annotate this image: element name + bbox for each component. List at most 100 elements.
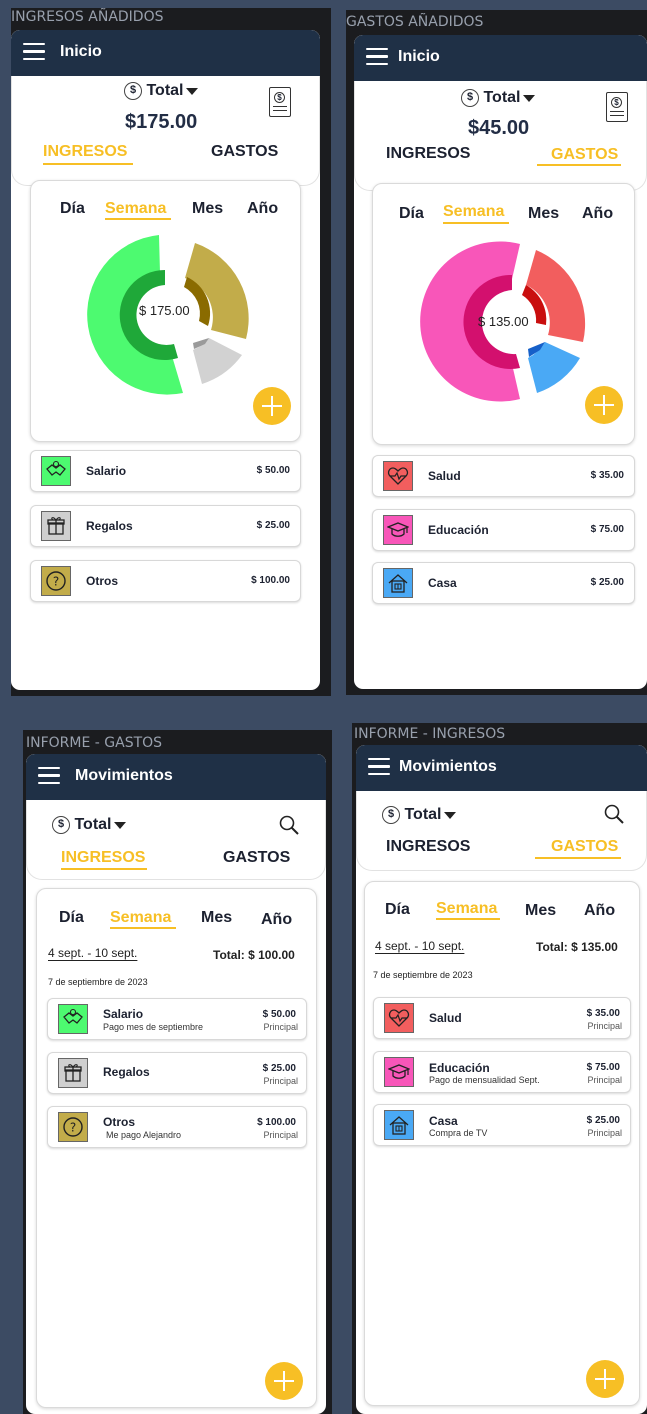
tab-underline	[61, 868, 147, 870]
search-icon[interactable]	[278, 814, 300, 836]
period-dia[interactable]: Día	[399, 205, 424, 223]
heartbeat-icon	[384, 1003, 414, 1033]
menu-icon[interactable]	[38, 767, 60, 785]
tab-gastos[interactable]: GASTOS	[551, 146, 618, 164]
gift-icon	[41, 511, 71, 541]
item-amount: $ 35.00	[586, 1008, 620, 1019]
add-button[interactable]	[586, 1360, 624, 1398]
header-title: Movimientos	[399, 758, 497, 775]
tab-gastos[interactable]: GASTOS	[551, 838, 618, 856]
menu-icon[interactable]	[23, 43, 45, 61]
date-heading: 7 de septiembre de 2023	[48, 977, 148, 987]
period-underline	[443, 222, 509, 224]
app-header: Movimientos	[356, 745, 647, 791]
period-dia[interactable]: Día	[59, 909, 84, 927]
money-bag-icon: $	[461, 89, 479, 107]
date-range[interactable]: 4 sept. - 10 sept.	[375, 939, 464, 953]
total-label: Total	[483, 89, 521, 107]
item-note: Compra de TV	[429, 1128, 488, 1138]
item-name: Casa	[428, 576, 457, 590]
item-name: Salud	[428, 469, 461, 483]
tab-ingresos[interactable]: INGRESOS	[43, 143, 127, 161]
list-item[interactable]: Casa Compra de TV $ 25.00 Principal	[373, 1104, 631, 1146]
menu-icon[interactable]	[366, 48, 388, 66]
tab-ingresos[interactable]: INGRESOS	[386, 145, 470, 163]
item-note: Pago mes de septiembre	[103, 1022, 204, 1032]
screen-title: INFORME - GASTOS	[26, 735, 163, 751]
money-bag-icon: $	[124, 82, 142, 100]
total-selector[interactable]: $ Total	[382, 806, 457, 824]
tab-ingresos[interactable]: INGRESOS	[386, 838, 470, 856]
period-ano[interactable]: Año	[582, 205, 613, 223]
tab-gastos[interactable]: GASTOS	[223, 849, 290, 867]
item-amount: $ 35.00	[590, 470, 624, 481]
list-item[interactable]: Regalos $ 25.00	[30, 505, 301, 547]
screen-title: INFORME - INGRESOS	[354, 726, 506, 742]
item-account: Principal	[263, 1022, 298, 1032]
list-item[interactable]: Salario $ 50.00	[30, 450, 301, 492]
list-item[interactable]: Regalos $ 25.00 Principal	[47, 1052, 307, 1094]
item-amount: $ 100.00	[251, 575, 290, 586]
screen-informe-gastos: INFORME - GASTOS Movimientos $ Total ING…	[23, 730, 332, 1414]
list-item[interactable]: Salud $ 35.00 Principal	[373, 997, 631, 1039]
list-item[interactable]: Salario Pago mes de septiembre $ 50.00 P…	[47, 998, 307, 1040]
total-label: Total	[146, 82, 184, 100]
caret-down-icon	[114, 821, 127, 829]
screen-title: INGRESOS AÑADIDOS	[11, 9, 164, 25]
period-semana[interactable]: Semana	[105, 200, 166, 218]
range-total: Total: $ 100.00	[213, 948, 295, 962]
phone: Movimientos $ Total INGRESOS GASTOS Día …	[26, 754, 326, 1414]
period-dia[interactable]: Día	[60, 200, 85, 218]
period-ano[interactable]: Año	[247, 200, 278, 218]
total-selector[interactable]: $ Total	[52, 816, 127, 834]
total-selector[interactable]: $ Total	[461, 89, 536, 107]
list-item[interactable]: ? Otros Me pago Alejandro $ 100.00 Princ…	[47, 1106, 307, 1148]
tab-ingresos[interactable]: INGRESOS	[61, 849, 145, 867]
period-ano[interactable]: Año	[261, 911, 292, 929]
item-amount: $ 50.00	[262, 1009, 296, 1020]
period-semana[interactable]: Semana	[436, 900, 497, 918]
item-name: Educación	[428, 523, 489, 537]
add-button[interactable]	[585, 386, 623, 424]
money-bag-icon: $	[52, 816, 70, 834]
list-item[interactable]: Educación $ 75.00	[372, 509, 635, 551]
date-heading: 7 de septiembre de 2023	[373, 970, 473, 980]
phone: Inicio $ Total $45.00 $ INGRESOS GASTOS …	[354, 35, 647, 689]
period-mes[interactable]: Mes	[528, 205, 559, 223]
header-title: Inicio	[398, 48, 440, 65]
period-semana[interactable]: Semana	[110, 909, 171, 927]
caret-down-icon	[444, 811, 457, 819]
tab-gastos[interactable]: GASTOS	[211, 143, 278, 161]
item-name: Casa	[429, 1114, 458, 1128]
total-amount: $175.00	[125, 111, 198, 133]
tab-underline	[537, 164, 621, 166]
list-item[interactable]: Casa $ 25.00	[372, 562, 635, 604]
period-mes[interactable]: Mes	[201, 909, 232, 927]
item-name: Salario	[103, 1007, 144, 1021]
app-header: Inicio	[354, 35, 647, 81]
house-icon	[383, 568, 413, 598]
menu-icon[interactable]	[368, 758, 390, 776]
period-dia[interactable]: Día	[385, 901, 410, 919]
app-header: Inicio	[11, 30, 320, 76]
list-item[interactable]: Educación Pago de mensualidad Sept. $ 75…	[373, 1051, 631, 1093]
item-account: Principal	[263, 1130, 298, 1140]
period-mes[interactable]: Mes	[192, 200, 223, 218]
item-name: Otros	[86, 574, 119, 588]
question-icon: ?	[41, 566, 71, 596]
item-account: Principal	[587, 1021, 622, 1031]
item-amount: $ 50.00	[256, 465, 290, 476]
list-item[interactable]: Salud $ 35.00	[372, 455, 635, 497]
date-range[interactable]: 4 sept. - 10 sept.	[48, 946, 137, 960]
period-semana[interactable]: Semana	[443, 203, 504, 221]
phone: Movimientos $ Total INGRESOS GASTOS Día …	[356, 745, 647, 1414]
list-item[interactable]: ? Otros $ 100.00	[30, 560, 301, 602]
period-ano[interactable]: Año	[584, 902, 615, 920]
add-button[interactable]	[265, 1362, 303, 1400]
search-icon[interactable]	[603, 803, 625, 825]
receipt-icon[interactable]: $	[606, 92, 628, 122]
receipt-icon[interactable]: $	[269, 87, 291, 117]
add-button[interactable]	[253, 387, 291, 425]
period-mes[interactable]: Mes	[525, 902, 556, 920]
total-selector[interactable]: $ Total	[124, 82, 199, 100]
